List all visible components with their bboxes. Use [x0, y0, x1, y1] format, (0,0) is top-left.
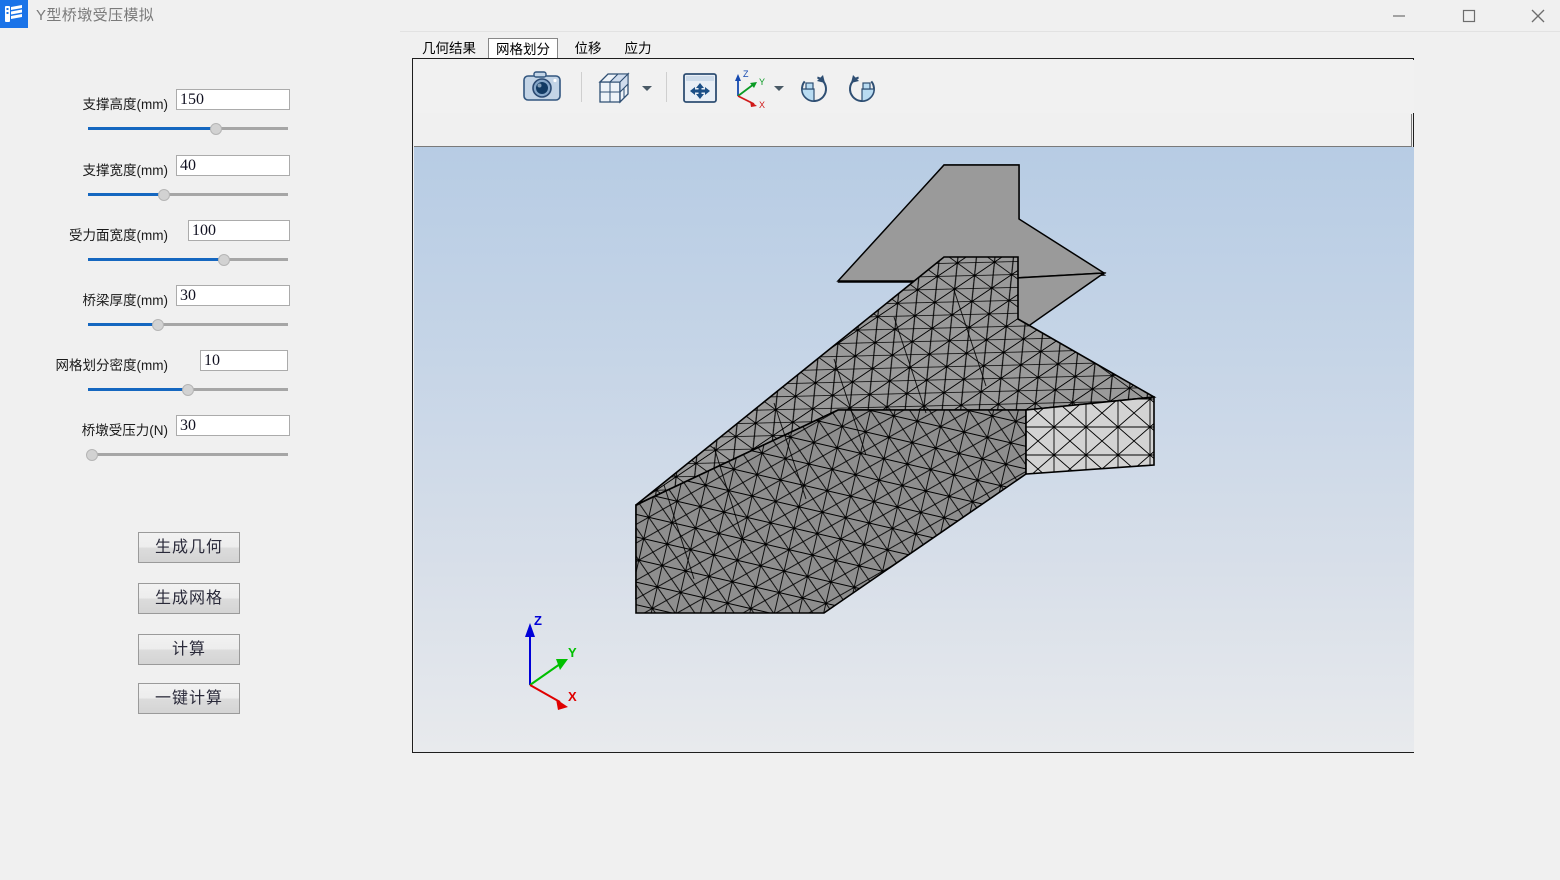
support-height-input[interactable]	[176, 89, 290, 110]
axis-z-label: Z	[534, 613, 542, 628]
toolbar-separator-2	[666, 72, 667, 102]
param-row-support-height: 支撑高度(mm)	[0, 89, 400, 149]
tab-geometry-result[interactable]: 几何结果	[412, 38, 486, 60]
tab-displacement[interactable]: 位移	[564, 38, 612, 60]
slider-knob[interactable]	[152, 319, 164, 331]
param-row-mesh-density: 网格划分密度(mm)	[0, 350, 400, 410]
param-label: 网格划分密度(mm)	[55, 358, 168, 373]
toolbar-divider	[414, 114, 1412, 147]
slider-fill	[88, 388, 188, 391]
slider-track	[88, 453, 288, 456]
mesh-density-input[interactable]	[200, 350, 288, 371]
toolbar-separator-1	[581, 72, 582, 102]
title-bar: Y型桥墩受压模拟	[0, 0, 1560, 32]
generate-geometry-button[interactable]: 生成几何	[138, 532, 240, 563]
generate-mesh-button[interactable]: 生成网格	[138, 583, 240, 614]
slider-fill	[88, 193, 164, 196]
slider-knob[interactable]	[158, 189, 170, 201]
minimize-button[interactable]	[1376, 0, 1422, 31]
support-width-input[interactable]	[176, 155, 290, 176]
fit-to-view-button[interactable]	[678, 66, 722, 110]
support-width-slider[interactable]	[88, 187, 288, 203]
mesh-tab-panel: Z Y X Z Y X	[412, 58, 1414, 753]
window-title: Y型桥墩受压模拟	[36, 7, 155, 24]
support-height-slider[interactable]	[88, 121, 288, 137]
slider-knob[interactable]	[182, 384, 194, 396]
tab-mesh[interactable]: 网格划分	[488, 38, 558, 60]
param-label: 受力面宽度(mm)	[69, 228, 168, 243]
slider-knob[interactable]	[86, 449, 98, 461]
pier-load-input[interactable]	[176, 415, 290, 436]
compute-button[interactable]: 计算	[138, 634, 240, 665]
layers-icon	[0, 0, 28, 28]
axis-x-label: X	[568, 689, 577, 704]
param-row-load-face-width: 受力面宽度(mm)	[0, 220, 400, 280]
param-label: 桥梁厚度(mm)	[82, 293, 168, 308]
svg-text:X: X	[759, 100, 765, 110]
param-row-bridge-thickness: 桥梁厚度(mm)	[0, 285, 400, 345]
rotate-counterclockwise-button[interactable]	[840, 66, 884, 110]
view-cube-button[interactable]	[594, 66, 640, 110]
tab-stress[interactable]: 应力	[614, 38, 662, 60]
screenshot-camera-button[interactable]	[518, 66, 566, 110]
close-button[interactable]	[1516, 0, 1560, 31]
view-toolbar: Z Y X	[414, 60, 1414, 113]
tab-strip: 几何结果 网格划分 位移 应力	[412, 38, 1414, 60]
pier-load-slider[interactable]	[86, 447, 288, 463]
param-row-pier-load: 桥墩受压力(N)	[0, 415, 400, 475]
param-label: 支撑宽度(mm)	[82, 163, 168, 178]
view-cube-chevron-down-icon[interactable]	[642, 86, 652, 91]
slider-fill	[88, 127, 216, 130]
bridge-thickness-slider[interactable]	[88, 317, 288, 333]
maximize-button[interactable]	[1446, 0, 1492, 31]
param-row-support-width: 支撑宽度(mm)	[0, 155, 400, 215]
load-face-width-slider[interactable]	[88, 252, 288, 268]
load-face-width-input[interactable]	[188, 220, 290, 241]
parameter-panel: 支撑高度(mm) 支撑宽度(mm) 受力面宽度(mm) 桥梁厚度(mm)	[0, 31, 400, 880]
slider-fill	[88, 258, 224, 261]
slider-knob[interactable]	[218, 254, 230, 266]
slider-fill	[88, 323, 158, 326]
rotate-clockwise-button[interactable]	[792, 66, 836, 110]
axis-orientation-chevron-down-icon[interactable]	[774, 86, 784, 91]
axis-y-label: Y	[568, 645, 577, 660]
mesh-viewport[interactable]: Z Y X	[414, 147, 1414, 752]
axis-triad: Z Y X	[525, 613, 577, 710]
param-label: 支撑高度(mm)	[82, 97, 168, 112]
bridge-thickness-input[interactable]	[176, 285, 290, 306]
param-label: 桥墩受压力(N)	[81, 423, 168, 438]
svg-text:Z: Z	[743, 69, 749, 79]
svg-text:Y: Y	[759, 77, 765, 87]
mesh-density-slider[interactable]	[88, 382, 288, 398]
axis-orientation-button[interactable]: Z Y X	[726, 66, 778, 110]
slider-knob[interactable]	[210, 123, 222, 135]
one-click-compute-button[interactable]: 一键计算	[138, 683, 240, 714]
